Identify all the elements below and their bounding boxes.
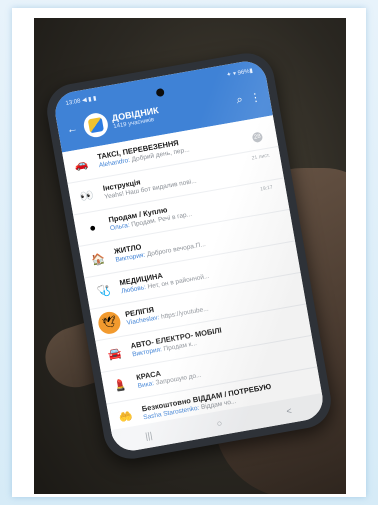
topic-icon: 🚗 <box>68 152 95 178</box>
chat-time <box>276 312 302 317</box>
chat-time <box>281 343 307 348</box>
chat-time <box>270 280 296 285</box>
back-button[interactable]: < <box>286 406 293 417</box>
chat-meta: 21 лист. <box>247 151 277 179</box>
image-frame: 13:08 ◀ ▮ ▮ ✦ ▾ 96%▮ ← ДОВІДНИК 1419 уча… <box>0 0 378 505</box>
smartphone: 13:08 ◀ ▮ ▮ ✦ ▾ 96%▮ ← ДОВІДНИК 1419 уча… <box>42 48 336 464</box>
home-button[interactable]: ○ <box>216 418 223 429</box>
topic-icon: 🕊 <box>96 309 123 336</box>
topic-icon: 💄 <box>107 372 134 399</box>
chat-meta <box>276 312 305 334</box>
topic-icon: 🏠 <box>85 246 111 273</box>
status-time: 13:08 ◀ ▮ ▮ <box>65 95 98 108</box>
topic-icon: 🩺 <box>91 278 117 304</box>
status-right: ✦ ▾ 96%▮ <box>226 68 254 79</box>
topic-icon: 🚘 <box>102 341 128 367</box>
unread-badge: 28 <box>251 131 264 143</box>
group-logo-icon <box>87 117 104 134</box>
topic-icon: 👀 <box>74 183 100 210</box>
more-options-icon[interactable]: ⋮ <box>246 88 265 107</box>
group-avatar[interactable] <box>81 111 110 140</box>
chat-meta <box>265 249 294 271</box>
chat-time <box>287 375 313 380</box>
chat-time <box>265 249 291 254</box>
chat-time: 19:17 <box>259 183 274 193</box>
chat-meta: 28 <box>242 123 271 145</box>
chat-sender: Вика: <box>137 380 155 390</box>
topic-icon: ● <box>79 215 106 241</box>
chat-time: 21 лист. <box>251 151 271 162</box>
chat-time <box>259 217 285 222</box>
chat-meta: 19:17 <box>253 183 283 211</box>
chat-meta <box>259 217 288 239</box>
chat-meta <box>270 280 299 302</box>
chat-time <box>242 123 268 128</box>
phone-screen: 13:08 ◀ ▮ ▮ ✦ ▾ 96%▮ ← ДОВІДНИК 1419 уча… <box>52 58 326 454</box>
recent-apps-button[interactable]: ||| <box>144 430 153 441</box>
back-arrow-icon[interactable]: ← <box>63 120 82 139</box>
photo: 13:08 ◀ ▮ ▮ ✦ ▾ 96%▮ ← ДОВІДНИК 1419 уча… <box>34 18 346 494</box>
chat-meta <box>281 343 310 365</box>
